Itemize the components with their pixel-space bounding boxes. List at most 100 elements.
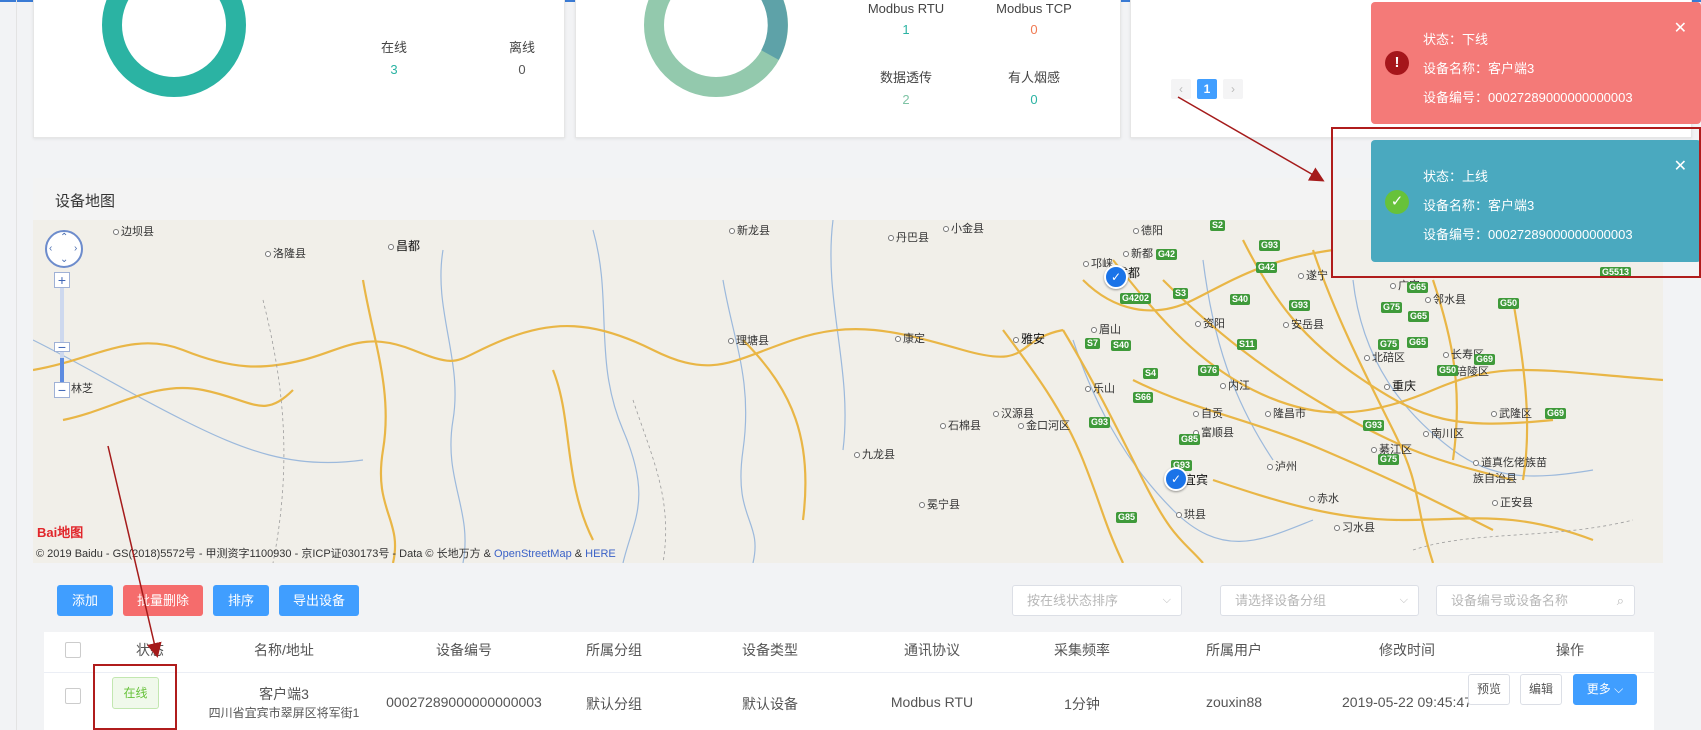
zoom-slider-handle[interactable]: − <box>54 340 70 354</box>
annotation-box <box>93 664 177 730</box>
device-name: 客户端3 <box>259 686 309 702</box>
collect-frequency: 1分钟 <box>1064 696 1100 712</box>
col-header-status[interactable]: 状态 <box>102 640 198 660</box>
map-title: 设备地图 <box>55 193 116 210</box>
chevron-down-icon: ⌵ <box>1162 594 1171 606</box>
online-label: 在线 <box>380 40 407 55</box>
notification-status: 状态：下线 <box>1423 32 1489 47</box>
device-marker[interactable]: ✓ <box>1164 467 1188 491</box>
highway-marker: G75 <box>1378 454 1400 465</box>
row-checkbox[interactable] <box>65 688 81 704</box>
col-header-type[interactable]: 设备类型 <box>710 640 830 660</box>
map-place: 小金县 <box>943 220 984 236</box>
col-header-device-no[interactable]: 设备编号 <box>364 640 564 660</box>
map-place: 资阳 <box>1195 315 1225 331</box>
protocol-label: 数据透传 <box>879 70 932 85</box>
zoom-out-button[interactable]: − <box>54 382 70 398</box>
col-header-group[interactable]: 所属分组 <box>554 640 674 660</box>
add-button[interactable]: 添加 <box>57 585 113 616</box>
col-header-name[interactable]: 名称/地址 <box>214 640 354 660</box>
map-place: 泸州 <box>1267 458 1297 474</box>
map-place: 洛隆县 <box>265 245 306 261</box>
sort-button[interactable]: 排序 <box>213 585 269 616</box>
highway-marker: S11 <box>1237 339 1257 350</box>
export-button[interactable]: 导出设备 <box>279 585 359 616</box>
search-input[interactable]: 设备编号或设备名称 ⌕ <box>1436 585 1635 616</box>
map-pan-control[interactable]: ⌃ ⌄ ‹ › <box>45 230 83 268</box>
pager-prev-button[interactable]: ‹ <box>1171 79 1191 99</box>
annotation-box <box>1331 127 1701 278</box>
copyright-amp: & <box>574 548 583 560</box>
protocol-label: 有人烟感 <box>1007 70 1060 85</box>
status-donut <box>102 0 246 97</box>
check-icon: ✓ <box>1110 270 1122 284</box>
highway-marker: G93 <box>1363 420 1385 431</box>
protocol-label: Modbus RTU <box>867 1 945 16</box>
pan-up-icon[interactable]: ⌃ <box>60 232 68 243</box>
highway-marker: G4202 <box>1120 293 1152 304</box>
search-placeholder: 设备编号或设备名称 <box>1451 593 1569 608</box>
highway-marker: S40 <box>1111 340 1132 351</box>
map-place: 新都 <box>1123 245 1153 261</box>
col-header-protocol[interactable]: 通讯协议 <box>862 640 1002 660</box>
protocol-stat-1: Modbus RTU 1 <box>856 1 956 37</box>
highway-marker: G65 <box>1407 337 1429 348</box>
close-icon[interactable]: ✕ <box>1674 18 1687 38</box>
highway-marker: G69 <box>1474 354 1496 365</box>
map-place: 习水县 <box>1334 519 1375 535</box>
pager-page-1[interactable]: 1 <box>1197 79 1217 99</box>
edit-button[interactable]: 编辑 <box>1520 674 1562 705</box>
osm-link[interactable]: OpenStreetMap <box>494 548 572 560</box>
notification-device-name: 设备名称：客户端3 <box>1423 61 1535 76</box>
pager-next-button[interactable]: › <box>1223 79 1243 99</box>
col-header-frequency[interactable]: 采集频率 <box>1022 640 1142 660</box>
highway-marker: S40 <box>1230 294 1251 305</box>
highway-marker: S7 <box>1085 338 1101 349</box>
highway-marker: G50 <box>1437 365 1459 376</box>
search-icon: ⌕ <box>1616 593 1624 608</box>
sort-status-placeholder: 按在线状态排序 <box>1027 593 1119 608</box>
map-place: 内江 <box>1220 377 1250 393</box>
device-table: 状态 名称/地址 设备编号 所属分组 设备类型 通讯协议 采集频率 所属用户 修… <box>44 632 1654 730</box>
highway-marker: G65 <box>1408 311 1430 322</box>
baidu-logo-text: Bai地图 <box>37 525 84 540</box>
col-header-user[interactable]: 所属用户 <box>1174 640 1294 660</box>
map-place: 邻水县 <box>1425 291 1466 307</box>
zoom-in-button[interactable]: + <box>54 272 70 288</box>
protocol-card: Modbus RTU 1 Modbus TCP 0 数据透传 2 有人烟感 0 <box>575 0 1121 138</box>
device-protocol: Modbus RTU <box>890 694 974 710</box>
highway-marker: G50 <box>1498 298 1520 309</box>
map-place: 冕宁县 <box>919 496 960 512</box>
col-header-actions: 操作 <box>1556 642 1584 658</box>
map-place: 重庆 <box>1384 377 1416 394</box>
more-button[interactable]: 更多 ⌵ <box>1573 674 1637 705</box>
here-link[interactable]: HERE <box>585 548 616 560</box>
map-place: 乐山 <box>1085 380 1115 396</box>
modified-time: 2019-05-22 09:45:47 <box>1342 694 1472 710</box>
highway-marker: S66 <box>1133 392 1154 403</box>
baidu-logo: Bai地图 <box>37 522 83 541</box>
protocol-stat-2: Modbus TCP 0 <box>984 1 1084 37</box>
map-place: 理塘县 <box>728 332 769 348</box>
map-place: 德阳 <box>1133 222 1163 238</box>
col-header-modified[interactable]: 修改时间 <box>1327 640 1487 660</box>
protocol-stat-3: 数据透传 2 <box>861 67 951 107</box>
map-place: 石棉县 <box>940 417 981 433</box>
preview-button[interactable]: 预览 <box>1468 674 1510 705</box>
highway-marker: G75 <box>1381 302 1403 313</box>
device-marker[interactable]: ✓ <box>1104 265 1128 289</box>
select-all-checkbox[interactable] <box>65 642 81 658</box>
map-place: 安岳县 <box>1283 316 1324 332</box>
protocol-value: 0 <box>1030 22 1038 37</box>
group-select[interactable]: 请选择设备分组 ⌵ <box>1220 585 1419 616</box>
batch-delete-button[interactable]: 批量删除 <box>123 585 203 616</box>
map-place: 武隆区 <box>1491 405 1532 421</box>
pan-down-icon[interactable]: ⌄ <box>60 254 68 265</box>
highway-marker: S2 <box>1210 220 1226 231</box>
sort-status-select[interactable]: 按在线状态排序 ⌵ <box>1012 585 1182 616</box>
pan-right-icon[interactable]: › <box>74 243 77 254</box>
highway-marker: G65 <box>1407 282 1429 293</box>
map-place: 遂宁 <box>1298 267 1328 283</box>
pan-left-icon[interactable]: ‹ <box>49 243 52 254</box>
highway-marker: S4 <box>1143 368 1159 379</box>
